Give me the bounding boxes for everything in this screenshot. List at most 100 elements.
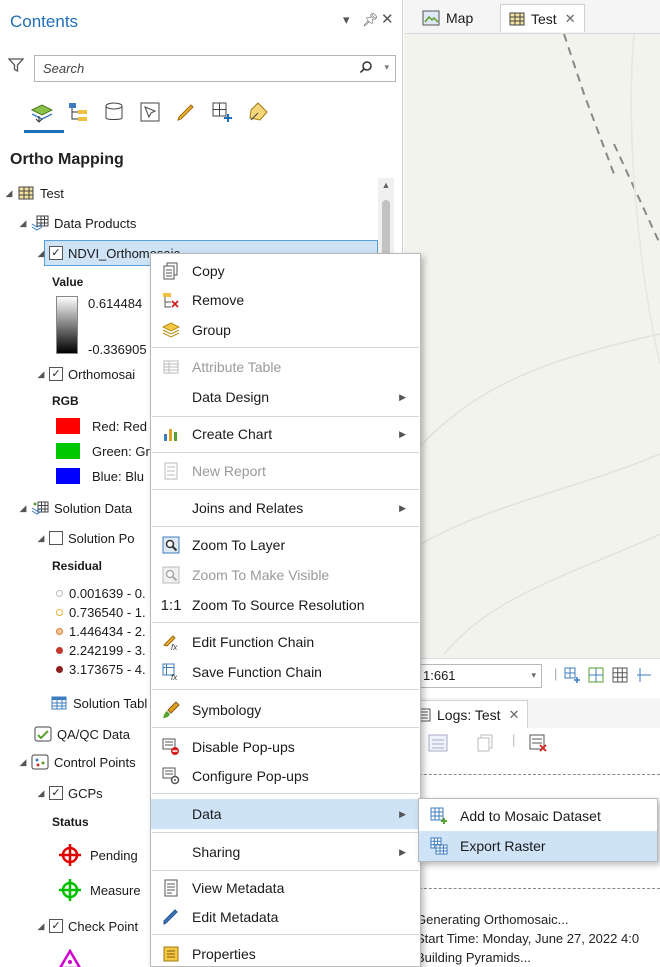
menu-item-group[interactable]: Group — [151, 315, 420, 345]
search-icon[interactable] — [359, 60, 373, 77]
tree-item-gcps[interactable]: ◢ ✓ GCPs — [36, 781, 103, 805]
menu-item-zoom-to-layer[interactable]: Zoom To Layer — [151, 530, 420, 560]
menu-item-data-design[interactable]: Data Design ▶ — [151, 382, 420, 412]
pane-menu-icon[interactable]: ▾ — [343, 12, 350, 28]
tree-item-qaqc-data[interactable]: QA/QC Data — [34, 722, 130, 746]
tree-item-test[interactable]: ◢ Test — [4, 181, 64, 205]
menu-item-create-chart[interactable]: Create Chart ▶ — [151, 419, 420, 449]
search-options-icon[interactable]: ▾ — [384, 62, 389, 73]
menu-item-joins-relates[interactable]: Joins and Relates ▶ — [151, 493, 420, 523]
menu-item-sharing[interactable]: Sharing ▶ — [151, 837, 420, 867]
tree-item-solution-data[interactable]: ◢ Solution Data — [18, 496, 133, 520]
collapse-arrow-icon[interactable]: ◢ — [36, 369, 46, 380]
collapse-arrow-icon[interactable]: ◢ — [36, 921, 46, 932]
collapse-arrow-icon[interactable]: ◢ — [18, 503, 28, 514]
map-canvas[interactable] — [404, 34, 660, 658]
residual-class-symbol — [56, 589, 63, 597]
layer-visibility-checkbox[interactable]: ✓ — [49, 246, 63, 260]
logs-tab-strip: Logs: Test ✕ — [404, 698, 660, 728]
tree-item-solution-table[interactable]: Solution Tabl — [50, 691, 147, 715]
symbology-brush-icon — [161, 701, 181, 719]
save-function-chain-icon: fx — [161, 663, 181, 681]
pin-icon[interactable]: 📌︎ — [362, 12, 379, 28]
adjust-icon[interactable] — [588, 667, 604, 686]
collapse-arrow-icon[interactable]: ◢ — [18, 218, 28, 229]
menu-item-disable-popups[interactable]: Disable Pop-ups — [151, 732, 420, 762]
menu-item-copy[interactable]: Copy — [151, 256, 420, 286]
menu-separator — [152, 347, 419, 348]
active-tool-indicator — [24, 130, 64, 133]
tree-item-control-points[interactable]: ◢ Control Points — [18, 750, 136, 774]
scale-selector[interactable]: 1:661 ▾ — [416, 664, 542, 688]
menu-item-export-raster[interactable]: Export Raster — [419, 831, 657, 861]
tree-item-data-products[interactable]: ◢ Data Products — [18, 211, 136, 235]
collapse-arrow-icon[interactable]: ◢ — [18, 757, 28, 768]
grid-add-icon[interactable] — [564, 667, 580, 686]
tab-logs-test[interactable]: Logs: Test ✕ — [408, 700, 529, 728]
close-tab-icon[interactable]: ✕ — [565, 11, 576, 27]
legend-residual-class: 3.173675 - 4. — [56, 657, 146, 681]
menu-item-edit-function-chain[interactable]: fx Edit Function Chain — [151, 627, 420, 657]
scroll-up-arrow-icon[interactable]: ▲ — [378, 180, 394, 190]
layer-visibility-checkbox[interactable] — [49, 531, 63, 545]
map-status-bar: 1:661 ▾ | — [404, 658, 660, 692]
filter-icon[interactable] — [7, 57, 25, 76]
collapse-arrow-icon[interactable]: ◢ — [36, 533, 46, 544]
log-clear-icon[interactable] — [528, 734, 548, 755]
tree-item-orthomosaic[interactable]: ◢ ✓ Orthomosai — [36, 362, 136, 386]
legend-high-value: 0.614484 — [88, 295, 143, 311]
close-pane-icon[interactable]: ✕ — [381, 10, 394, 28]
menu-item-edit-metadata[interactable]: Edit Metadata — [151, 902, 420, 932]
residual-class-symbol — [56, 627, 63, 635]
legend-green-entry: Green: Gr — [56, 439, 150, 463]
menu-item-add-to-mosaic-dataset[interactable]: Add to Mosaic Dataset — [419, 801, 657, 831]
database-icon[interactable] — [100, 98, 128, 126]
ortho-workspace-icon — [509, 12, 525, 26]
control-points-icon — [31, 754, 49, 770]
menu-item-save-function-chain[interactable]: fx Save Function Chain — [151, 657, 420, 687]
collapse-arrow-icon[interactable]: ◢ — [36, 788, 46, 799]
menu-item-zoom-to-make-visible: Zoom To Make Visible — [151, 560, 420, 590]
more-tools-icon[interactable] — [636, 667, 652, 686]
list-by-source-icon[interactable] — [64, 98, 92, 126]
close-tab-icon[interactable]: ✕ — [509, 707, 520, 723]
legend-measured-entry: Measure — [58, 878, 141, 902]
one-to-one-icon: 1:1 — [160, 596, 182, 614]
red-swatch — [56, 418, 80, 434]
log-line: Generating Orthomosaic... — [416, 912, 569, 927]
ortho-workspace-icon — [17, 185, 35, 201]
menu-item-data[interactable]: Data ▶ — [151, 799, 420, 829]
menu-item-zoom-to-source-resolution[interactable]: 1:1 Zoom To Source Resolution — [151, 590, 420, 620]
search-input[interactable] — [35, 56, 335, 81]
menu-item-configure-popups[interactable]: Configure Pop-ups — [151, 761, 420, 791]
list-by-drawing-order-icon[interactable] — [28, 98, 56, 126]
log-line: Building Pyramids... — [416, 950, 531, 965]
tree-item-solution-points[interactable]: ◢ Solution Po — [36, 526, 135, 550]
pane-title: Contents — [10, 12, 79, 31]
table-grid-icon[interactable] — [612, 667, 628, 686]
layer-visibility-checkbox[interactable]: ✓ — [49, 919, 63, 933]
menu-item-properties[interactable]: Properties — [151, 939, 420, 967]
collapse-arrow-icon[interactable]: ◢ — [4, 188, 14, 199]
collapse-arrow-icon[interactable]: ◢ — [36, 248, 46, 259]
chevron-down-icon[interactable]: ▾ — [531, 670, 536, 681]
edit-pencil-icon[interactable] — [172, 98, 200, 126]
labeling-icon[interactable] — [244, 98, 272, 126]
tree-item-check-points[interactable]: ◢ ✓ Check Point — [36, 914, 139, 938]
tab-test[interactable]: Test ✕ — [500, 4, 585, 32]
layer-visibility-checkbox[interactable]: ✓ — [49, 367, 63, 381]
log-list-icon[interactable] — [428, 734, 448, 755]
selection-icon[interactable] — [136, 98, 164, 126]
snapping-icon[interactable] — [208, 98, 236, 126]
layer-visibility-checkbox[interactable]: ✓ — [49, 786, 63, 800]
log-copy-icon[interactable] — [476, 734, 494, 755]
menu-separator — [152, 793, 419, 794]
menu-item-view-metadata[interactable]: View Metadata — [151, 873, 420, 903]
tab-map[interactable]: Map — [414, 4, 481, 32]
menu-item-symbology[interactable]: Symbology — [151, 695, 420, 725]
zoom-to-layer-icon — [161, 536, 181, 554]
menu-item-new-report: New Report — [151, 456, 420, 486]
menu-item-remove[interactable]: Remove — [151, 285, 420, 315]
green-swatch — [56, 443, 80, 459]
search-box[interactable]: ▾ — [34, 55, 396, 82]
